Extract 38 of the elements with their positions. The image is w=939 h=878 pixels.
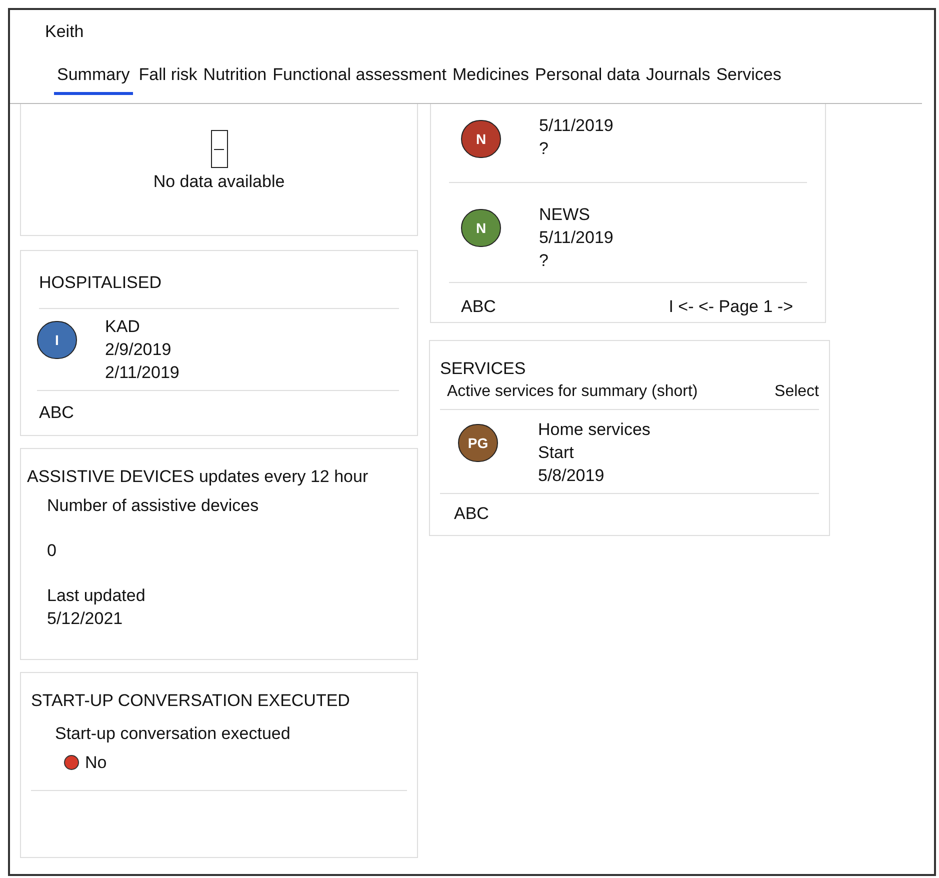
entry-text: KAD <box>105 316 141 338</box>
entry-text: 5/11/2019 <box>539 115 614 137</box>
entry-text: 2/9/2019 <box>105 339 172 361</box>
tab[interactable]: Summary <box>54 63 133 95</box>
document-icon <box>210 130 228 168</box>
card-footer: ABC <box>440 494 819 525</box>
field-label: Start-up conversation exectued <box>54 723 292 745</box>
card-subtitle: Active services for summary (short) <box>447 382 698 402</box>
tab[interactable]: Nutrition <box>203 63 267 95</box>
card-footer: ABC <box>39 391 399 424</box>
entry-text: NEWS <box>539 204 591 226</box>
card-title: SERVICES <box>440 358 527 380</box>
tab[interactable]: Functional assessment <box>272 63 446 95</box>
status-text: No <box>85 752 107 774</box>
tab[interactable]: Services <box>716 63 782 95</box>
field-label: Number of assistive devices <box>47 495 260 517</box>
card-title: HOSPITALISED <box>39 271 399 309</box>
tab[interactable]: Fall risk <box>138 63 198 95</box>
card-footer: ABC <box>461 295 496 318</box>
user-name: Keith <box>45 21 84 43</box>
card-title: START-UP CONVERSATION EXECUTED <box>31 690 351 712</box>
entry-text: ? <box>539 138 550 160</box>
tab[interactable]: Medicines <box>452 63 530 95</box>
empty-message: No data available <box>153 171 285 193</box>
entry-text: 2/11/2019 <box>105 362 180 384</box>
select-link[interactable]: Select <box>774 380 819 403</box>
card-title: ASSISTIVE DEVICES updates every 12 hour <box>27 466 370 488</box>
entry-text: ? <box>539 250 550 272</box>
tab[interactable]: Journals <box>646 63 710 95</box>
entry-text: Start <box>538 442 575 464</box>
field-value: 0 <box>47 540 58 562</box>
entry-text: Home services <box>538 419 650 441</box>
pagination-control[interactable]: I <- <- Page 1 -> <box>668 295 793 318</box>
entry-text: 5/11/2019 <box>539 227 614 249</box>
tab[interactable]: Personal data <box>535 63 640 95</box>
field-label: Last updated <box>47 585 146 607</box>
entry-text: 5/8/2019 <box>538 465 606 487</box>
field-value: 5/12/2021 <box>47 608 124 630</box>
